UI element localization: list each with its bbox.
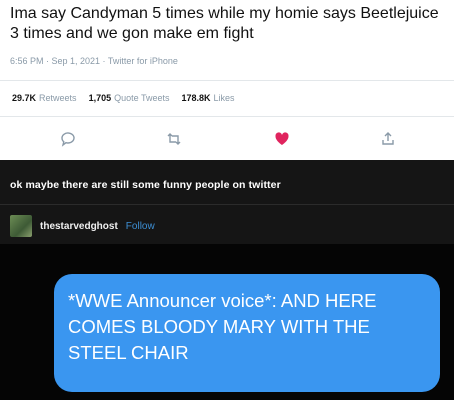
tweet-card: Ima say Candyman 5 times while my homie … xyxy=(0,0,454,160)
likes-label: Likes xyxy=(213,93,235,103)
reply-button[interactable] xyxy=(57,128,79,150)
post-text: ok maybe there are still some funny peop… xyxy=(10,179,281,191)
quotes-count: 1,705 xyxy=(88,93,112,103)
likes-count: 178.8K xyxy=(181,93,211,103)
divider xyxy=(0,204,454,205)
avatar[interactable] xyxy=(10,215,32,237)
quotes-label: Quote Tweets xyxy=(114,93,170,103)
retweets-count: 29.7K xyxy=(12,93,37,103)
message-bubble: *WWE Announcer voice*: AND HERE COMES BL… xyxy=(54,274,440,392)
speech-bubble-icon xyxy=(61,132,75,147)
quotes-stat[interactable]: 1,705 Quote Tweets xyxy=(89,93,170,103)
tweet-actions xyxy=(0,125,454,155)
retweets-label: Retweets xyxy=(39,93,77,103)
follow-button[interactable]: Follow xyxy=(126,221,155,232)
divider xyxy=(0,80,454,81)
username[interactable]: thestarvedghost xyxy=(40,221,118,232)
retweet-button[interactable] xyxy=(163,128,185,150)
share-icon xyxy=(382,132,394,145)
tumblr-post: ok maybe there are still some funny peop… xyxy=(0,160,454,400)
retweets-stat[interactable]: 29.7K Retweets xyxy=(12,93,77,103)
tweet-timestamp: 6:56 PM · Sep 1, 2021 · Twitter for iPho… xyxy=(10,56,178,66)
retweet-icon xyxy=(167,133,181,145)
tweet-stats: 29.7K Retweets 1,705 Quote Tweets 178.8K Li… xyxy=(12,93,235,103)
tweet-text: Ima say Candyman 5 times while my homie … xyxy=(10,5,439,42)
share-button[interactable] xyxy=(377,128,399,150)
heart-icon xyxy=(275,132,289,145)
divider xyxy=(0,116,454,117)
like-button[interactable] xyxy=(271,128,293,150)
reblog-user-row: thestarvedghost Follow xyxy=(10,213,155,239)
likes-stat[interactable]: 178.8K Likes xyxy=(181,93,234,103)
